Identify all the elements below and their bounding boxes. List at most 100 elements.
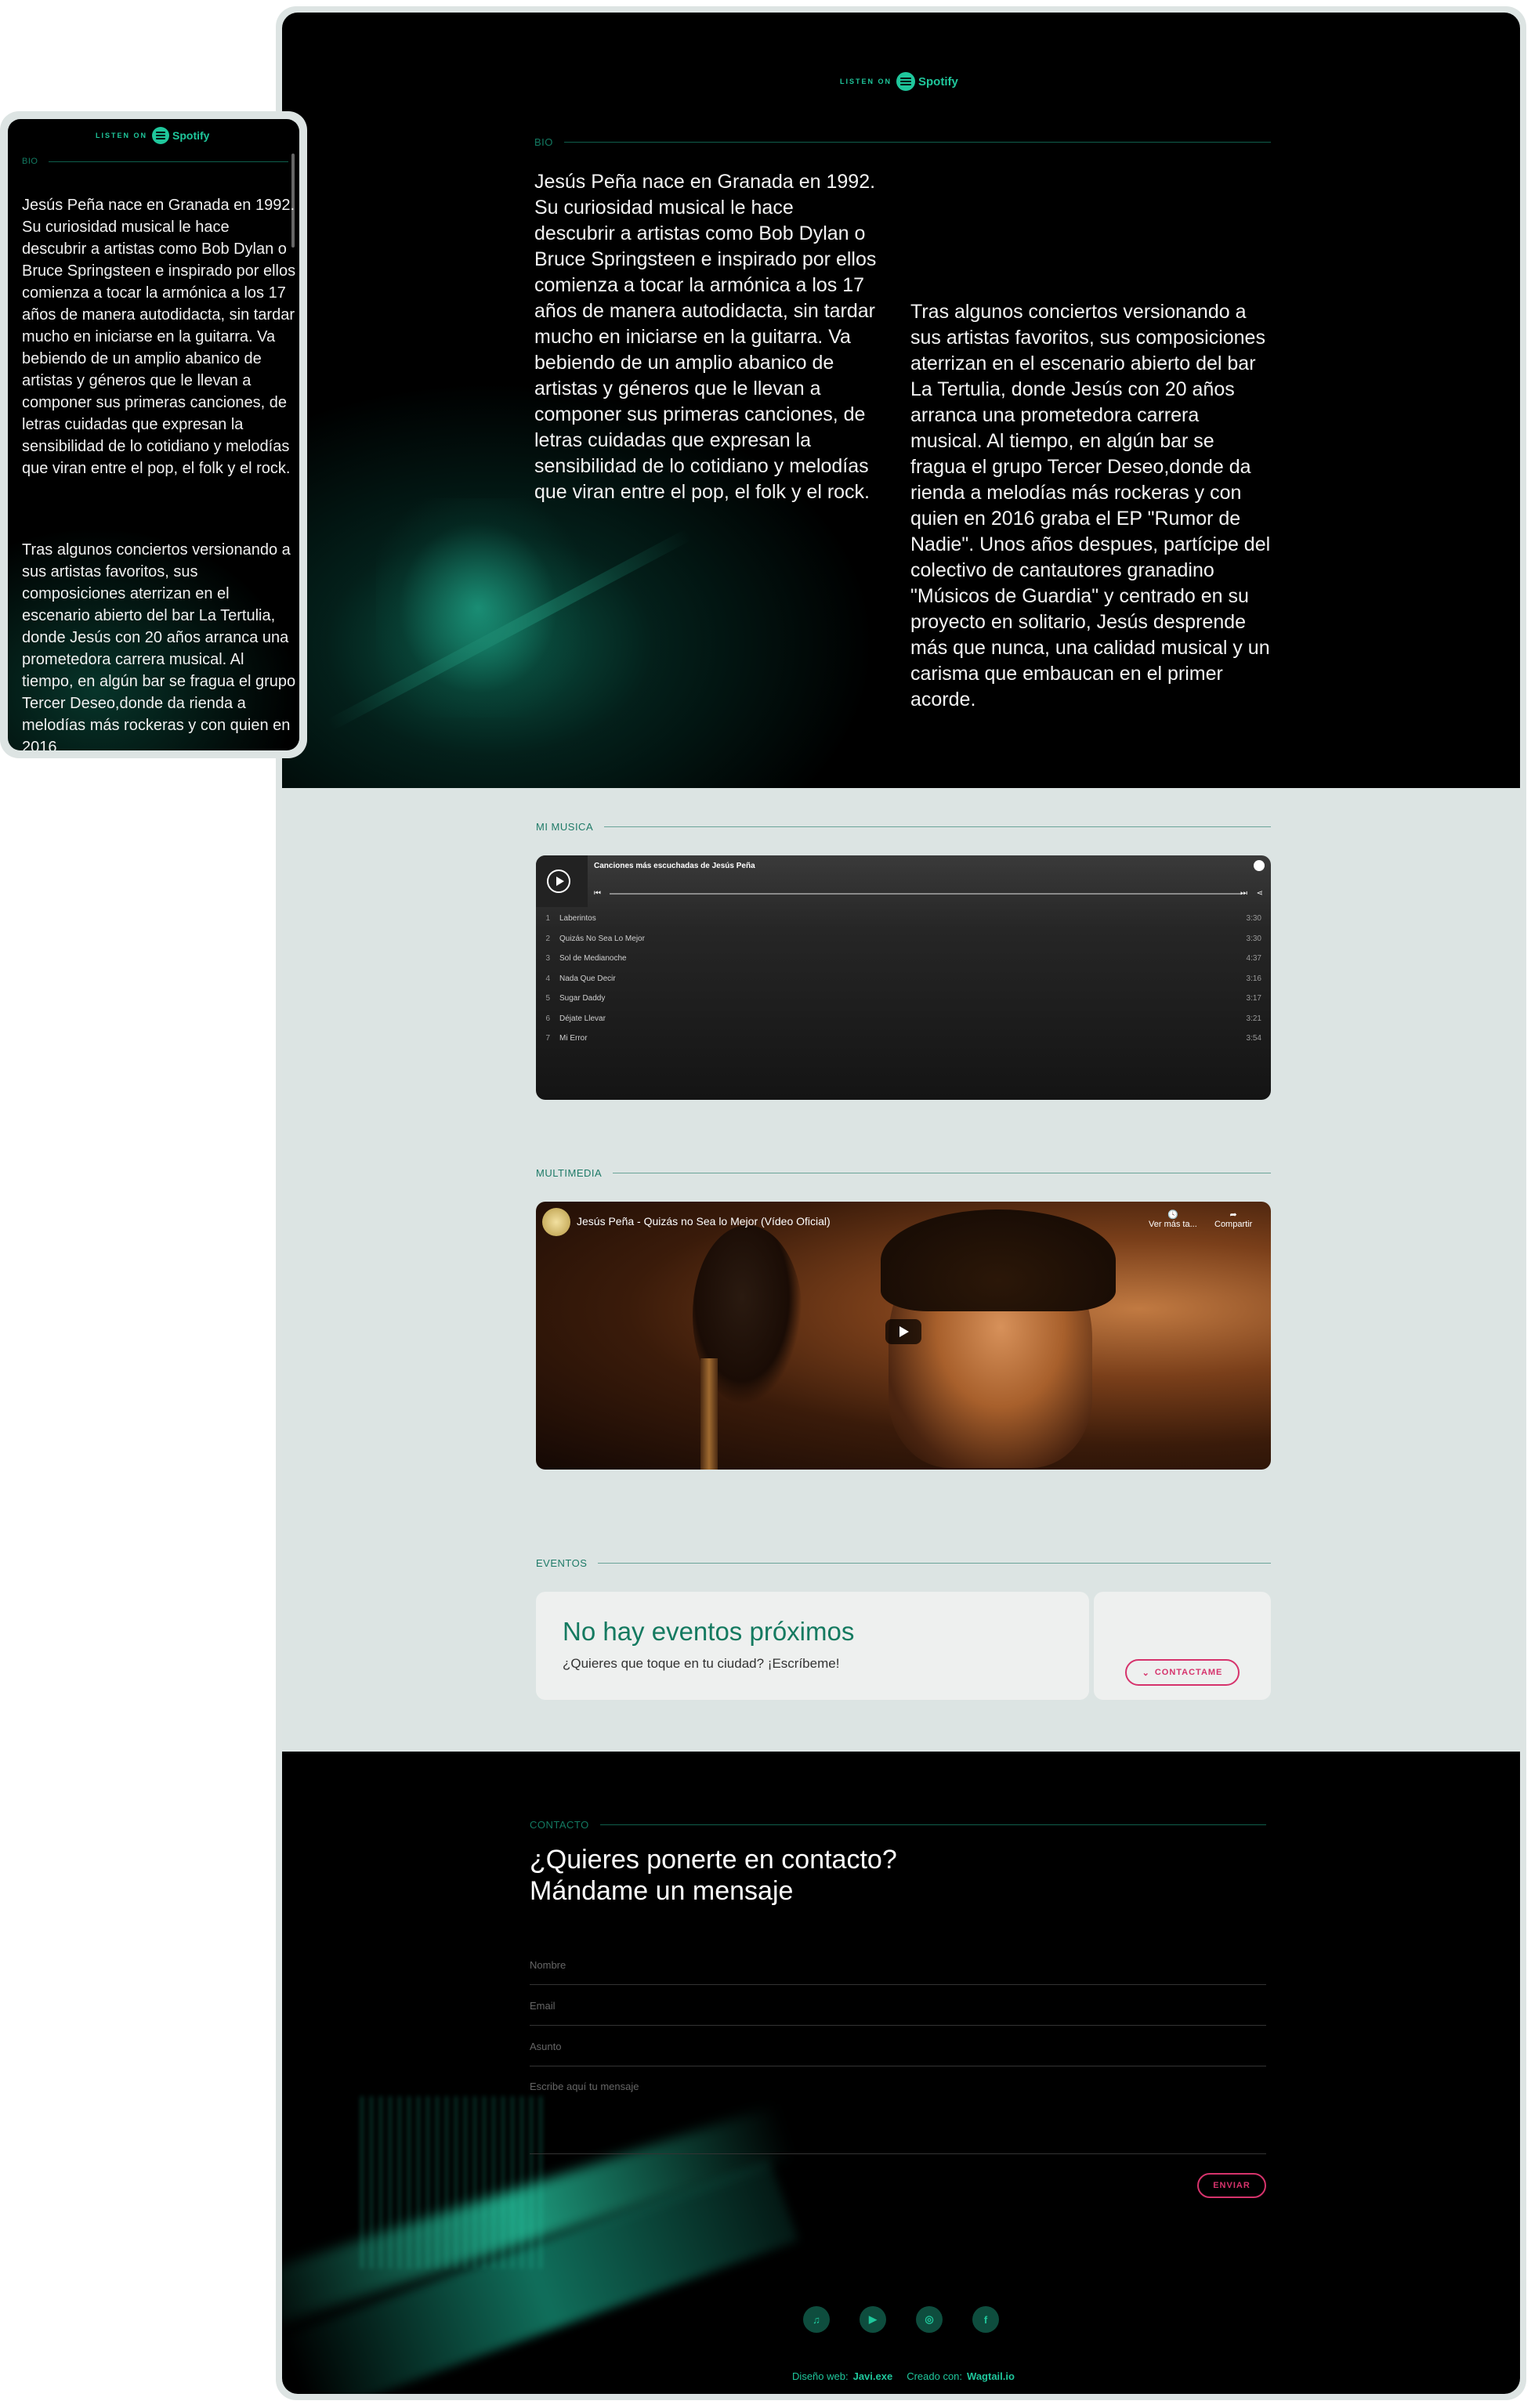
play-button[interactable] bbox=[547, 870, 570, 893]
bio-paragraph-1: Jesús Peña nace en Granada en 1992. Su c… bbox=[22, 197, 296, 477]
track-duration: 3:17 bbox=[1246, 994, 1261, 1003]
events-label: EVENTOS bbox=[536, 1557, 588, 1569]
track-number: 4 bbox=[545, 974, 550, 983]
bio-paragraph-1: Jesús Peña nace en Granada en 1992. Su c… bbox=[534, 171, 877, 503]
track-duration: 3:30 bbox=[1246, 914, 1261, 924]
spotify-icon bbox=[896, 72, 916, 91]
subject-input[interactable] bbox=[530, 2041, 1266, 2052]
spotify-wordmark: Spotify bbox=[172, 129, 210, 142]
spotify-playlist-embed[interactable]: Canciones más escuchadas de Jesús Peña ⏮… bbox=[536, 855, 1271, 1100]
bio-section: LISTEN ON Spotify BIO Jesús Peña nace en… bbox=[282, 13, 1520, 788]
bio-section-label: BIO bbox=[534, 136, 1271, 148]
spotify-icon bbox=[152, 127, 170, 144]
multimedia-section-label: MULTIMEDIA bbox=[536, 1167, 1271, 1179]
youtube-icon[interactable]: ▶ bbox=[860, 2306, 886, 2333]
spotify-icon[interactable] bbox=[1254, 860, 1265, 871]
share-arrow-icon: ➦ bbox=[1229, 1210, 1237, 1220]
no-events-card: No hay eventos próximos ¿Quieres que toq… bbox=[536, 1592, 1089, 1700]
track-title: Sugar Daddy bbox=[559, 994, 606, 1003]
footer-credits: Diseño web: Javi.exe Creado con: Wagtail.io bbox=[282, 2370, 1520, 2382]
track-row[interactable]: 5 Sugar Daddy 3:17 bbox=[536, 989, 1271, 1009]
email-field bbox=[530, 1999, 1266, 2026]
events-panel: No hay eventos próximos ¿Quieres que toq… bbox=[536, 1592, 1271, 1700]
watch-later-label: Ver más ta... bbox=[1149, 1220, 1197, 1229]
channel-avatar[interactable] bbox=[542, 1208, 570, 1236]
send-button[interactable]: ENVIAR bbox=[1197, 2173, 1266, 2198]
track-number: 5 bbox=[545, 994, 550, 1003]
spotify-wordmark: Spotify bbox=[918, 74, 958, 89]
divider bbox=[599, 1824, 1266, 1825]
bio-paragraph-2: Tras algunos conciertos versionando a su… bbox=[910, 301, 1271, 710]
divider bbox=[598, 1563, 1271, 1564]
no-events-subtitle: ¿Quieres que toque en tu ciudad? ¡Escríb… bbox=[563, 1656, 840, 1671]
track-row[interactable]: 7 Mi Error 3:54 bbox=[536, 1029, 1271, 1049]
track-number: 3 bbox=[545, 954, 550, 964]
track-title: Nada Que Decir bbox=[559, 974, 616, 983]
facebook-icon[interactable]: f bbox=[972, 2306, 999, 2333]
social-links: ♫ ▶ ◎ f bbox=[282, 2306, 1520, 2333]
video-play-button[interactable] bbox=[885, 1319, 921, 1344]
contact-heading-line-1: ¿Quieres ponerte en contacto? bbox=[530, 1845, 897, 1875]
track-duration: 3:30 bbox=[1246, 934, 1261, 943]
contact-section-label: CONTACTO bbox=[530, 1819, 1266, 1831]
divider bbox=[563, 142, 1271, 143]
email-input[interactable] bbox=[530, 2000, 1266, 2012]
wagtail-link[interactable]: Wagtail.io bbox=[967, 2370, 1015, 2382]
listen-on-label: LISTEN ON bbox=[96, 132, 148, 139]
spotify-icon[interactable]: ♫ bbox=[803, 2306, 830, 2333]
name-field bbox=[530, 1958, 1266, 1985]
track-duration: 3:54 bbox=[1246, 1034, 1261, 1043]
subject-field bbox=[530, 2040, 1266, 2066]
divider bbox=[604, 826, 1271, 827]
track-row[interactable]: 1 Laberintos 3:30 bbox=[536, 909, 1271, 929]
youtube-video-embed[interactable]: Jesús Peña - Quizás no Sea lo Mejor (Víd… bbox=[536, 1202, 1271, 1470]
previous-track-icon[interactable]: ⏮ bbox=[594, 889, 601, 898]
video-title[interactable]: Jesús Peña - Quizás no Sea lo Mejor (Víd… bbox=[577, 1215, 831, 1228]
share-icon[interactable]: ⋖ bbox=[1257, 889, 1263, 898]
track-number: 1 bbox=[545, 914, 550, 924]
track-number: 7 bbox=[545, 1034, 550, 1043]
progress-bar[interactable] bbox=[610, 893, 1243, 895]
bio-label: BIO bbox=[534, 136, 553, 148]
track-row[interactable]: 3 Sol de Medianoche 4:37 bbox=[536, 949, 1271, 969]
mobile-page: LISTEN ON Spotify BIO Jesús Peña nace en… bbox=[8, 119, 299, 750]
message-textarea[interactable] bbox=[530, 2081, 1266, 2151]
music-section-label: MI MUSICA bbox=[536, 821, 1271, 833]
listen-on-spotify-link[interactable]: LISTEN ON Spotify bbox=[840, 72, 958, 91]
track-title: Quizás No Sea Lo Mejor bbox=[559, 934, 645, 943]
track-row[interactable]: 4 Nada Que Decir 3:16 bbox=[536, 969, 1271, 989]
track-duration: 3:16 bbox=[1246, 974, 1261, 983]
contact-label: CONTACTO bbox=[530, 1819, 589, 1831]
events-section-label: EVENTOS bbox=[536, 1557, 1271, 1569]
listen-on-spotify-link[interactable]: LISTEN ON Spotify bbox=[96, 127, 209, 144]
instagram-icon[interactable]: ◎ bbox=[916, 2306, 943, 2333]
track-title: Laberintos bbox=[559, 914, 596, 924]
clock-icon: 🕓 bbox=[1167, 1210, 1178, 1220]
share-button[interactable]: ➦ Compartir bbox=[1214, 1209, 1252, 1229]
bio-label: BIO bbox=[22, 157, 38, 166]
contact-me-button[interactable]: ⌄ CONTACTAME bbox=[1125, 1659, 1240, 1686]
contact-heading-line-2: Mándame un mensaje bbox=[530, 1876, 794, 1906]
track-title: Sol de Medianoche bbox=[559, 954, 627, 964]
listen-on-label: LISTEN ON bbox=[840, 78, 892, 85]
playlist-title: Canciones más escuchadas de Jesús Peña bbox=[594, 862, 755, 870]
design-label: Diseño web: bbox=[792, 2370, 849, 2382]
track-duration: 3:21 bbox=[1246, 1014, 1261, 1023]
spotify-logo: Spotify bbox=[896, 72, 958, 91]
made-with-label: Creado con: bbox=[907, 2370, 963, 2382]
next-track-icon[interactable]: ⏭ bbox=[1240, 889, 1247, 898]
spotify-logo: Spotify bbox=[152, 127, 209, 144]
divider bbox=[49, 161, 288, 162]
music-label: MI MUSICA bbox=[536, 821, 594, 833]
design-credit-link[interactable]: Javi.exe bbox=[853, 2370, 893, 2382]
track-number: 6 bbox=[545, 1014, 550, 1023]
events-cta-card: ⌄ CONTACTAME bbox=[1094, 1592, 1271, 1700]
track-title: Déjate Llevar bbox=[559, 1014, 606, 1023]
name-input[interactable] bbox=[530, 1959, 1266, 1971]
chevron-down-icon: ⌄ bbox=[1142, 1668, 1150, 1678]
no-events-title: No hay eventos próximos bbox=[563, 1617, 855, 1646]
track-row[interactable]: 2 Quizás No Sea Lo Mejor 3:30 bbox=[536, 929, 1271, 949]
track-row[interactable]: 6 Déjate Llevar 3:21 bbox=[536, 1009, 1271, 1029]
track-title: Mi Error bbox=[559, 1034, 588, 1043]
watch-later-button[interactable]: 🕓 Ver más ta... bbox=[1149, 1209, 1197, 1229]
